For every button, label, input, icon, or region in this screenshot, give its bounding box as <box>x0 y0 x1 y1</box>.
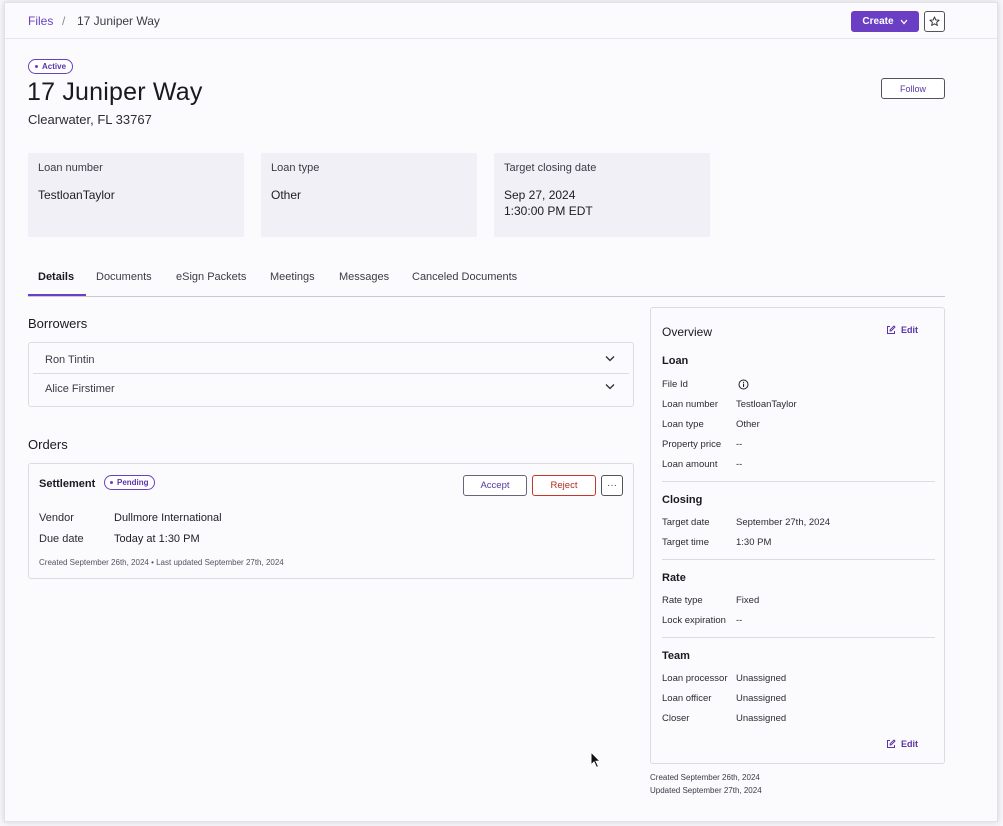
order-card: Settlement Pending Accept Reject ··· Ven… <box>28 463 634 579</box>
borrowers-list: Ron Tintin Alice Firstimer <box>28 342 634 407</box>
property-address: Clearwater, FL 33767 <box>28 112 152 127</box>
vendor-value: Dullmore International <box>114 512 222 524</box>
edit-icon <box>887 325 896 334</box>
card-label: Loan type <box>271 162 320 174</box>
lock-expiration-value: -- <box>736 615 743 626</box>
rate-type-label: Rate type <box>662 595 703 606</box>
reject-button[interactable]: Reject <box>532 475 596 496</box>
target-closing-card: Target closing date Sep 27, 2024 1:30:00… <box>494 153 710 237</box>
create-button[interactable]: Create <box>851 11 919 32</box>
app-window: Files / 17 Juniper Way Create Active 17 … <box>4 2 998 822</box>
create-button-label: Create <box>862 16 894 27</box>
divider <box>662 481 935 482</box>
chevron-down-icon <box>900 19 908 24</box>
tab-meetings[interactable]: Meetings <box>270 271 315 283</box>
breadcrumb-separator: / <box>62 14 66 28</box>
info-icon[interactable] <box>738 379 749 390</box>
status-dot <box>35 65 38 68</box>
loan-processor-value: Unassigned <box>736 673 787 684</box>
target-time-value: 1:30 PM <box>736 537 772 548</box>
borrower-name: Ron Tintin <box>45 354 95 366</box>
tab-details[interactable]: Details <box>38 271 74 283</box>
page-title: 17 Juniper Way <box>27 78 203 106</box>
loan-officer-label: Loan officer <box>662 693 712 704</box>
loan-number-value: TestloanTaylor <box>736 399 797 410</box>
tab-esign-packets[interactable]: eSign Packets <box>176 271 246 283</box>
accept-button[interactable]: Accept <box>463 475 527 496</box>
due-date-label: Due date <box>39 533 84 545</box>
target-date-value: September 27th, 2024 <box>736 517 831 528</box>
status-badge-label: Active <box>42 62 67 71</box>
tab-canceled-documents[interactable]: Canceled Documents <box>412 271 517 283</box>
tab-bar: Details Documents eSign Packets Meetings… <box>28 263 945 297</box>
closing-time: 1:30:00 PM EDT <box>504 204 593 218</box>
loan-number-card: Loan number TestloanTaylor <box>28 153 244 237</box>
status-dot <box>110 481 113 484</box>
overview-title: Overview <box>662 325 713 339</box>
card-label: Loan number <box>38 162 103 174</box>
loan-officer-value: Unassigned <box>736 693 787 704</box>
status-badge: Active <box>28 59 74 74</box>
target-time-label: Target time <box>662 537 709 548</box>
loan-type-label: Loan type <box>662 419 704 430</box>
order-status-badge: Pending <box>104 475 155 490</box>
updated-date: Updated September 27th, 2024 <box>650 786 762 795</box>
loan-type-value: Other <box>736 419 760 430</box>
loan-processor-label: Loan processor <box>662 673 728 684</box>
star-icon <box>929 16 940 26</box>
closing-date: Sep 27, 2024 <box>504 188 576 202</box>
breadcrumb-files-link[interactable]: Files <box>28 14 53 28</box>
orders-heading: Orders <box>28 437 68 452</box>
property-price-value: -- <box>736 439 743 450</box>
edit-icon <box>887 739 896 748</box>
follow-button[interactable]: Follow <box>881 78 945 99</box>
borrowers-heading: Borrowers <box>28 316 88 331</box>
order-meta: Created September 26th, 2024 • Last upda… <box>39 558 284 567</box>
rate-type-value: Fixed <box>736 595 760 606</box>
due-date-value: Today at 1:30 PM <box>114 533 200 545</box>
loan-amount-value: -- <box>736 459 743 470</box>
top-bar: Files / 17 Juniper Way Create <box>5 3 997 39</box>
file-id-label: File Id <box>662 379 688 390</box>
edit-label: Edit <box>901 325 918 335</box>
closer-value: Unassigned <box>736 713 787 724</box>
card-value: TestloanTaylor <box>38 188 115 202</box>
active-tab-indicator <box>28 294 86 296</box>
loan-number-label: Loan number <box>662 399 718 410</box>
borrower-row[interactable]: Ron Tintin <box>33 347 629 374</box>
breadcrumb-current: 17 Juniper Way <box>77 14 160 28</box>
more-options-button[interactable]: ··· <box>601 475 623 496</box>
mouse-cursor-icon <box>590 751 602 769</box>
rate-heading: Rate <box>662 572 686 584</box>
overview-panel: Overview Edit Loan File Id Loan number T… <box>650 307 945 764</box>
closing-heading: Closing <box>662 494 703 506</box>
borrower-name: Alice Firstimer <box>45 382 115 395</box>
property-price-label: Property price <box>662 439 722 450</box>
card-label: Target closing date <box>504 162 597 174</box>
order-status-label: Pending <box>117 478 149 487</box>
closer-label: Closer <box>662 713 690 724</box>
card-value: Sep 27, 2024 1:30:00 PM EDT <box>504 187 700 219</box>
favorite-button[interactable] <box>924 11 945 32</box>
divider <box>662 559 935 560</box>
created-date: Created September 26th, 2024 <box>650 773 760 782</box>
edit-label: Edit <box>901 739 918 749</box>
team-edit-button[interactable]: Edit <box>886 739 918 749</box>
loan-type-card: Loan type Other <box>261 153 477 237</box>
loan-amount-label: Loan amount <box>662 459 718 470</box>
lock-expiration-label: Lock expiration <box>662 615 726 626</box>
order-title: Settlement <box>39 478 96 490</box>
team-heading: Team <box>662 650 690 662</box>
loan-heading: Loan <box>662 355 689 367</box>
overview-edit-button[interactable]: Edit <box>886 325 918 335</box>
divider <box>662 637 935 638</box>
borrower-row[interactable]: Alice Firstimer <box>33 375 629 402</box>
tab-messages[interactable]: Messages <box>339 271 389 283</box>
target-date-label: Target date <box>662 517 710 528</box>
chevron-down-icon <box>605 356 615 362</box>
chevron-down-icon <box>605 384 615 390</box>
tab-documents[interactable]: Documents <box>96 271 152 283</box>
vendor-label: Vendor <box>39 512 74 524</box>
card-value: Other <box>271 188 302 202</box>
